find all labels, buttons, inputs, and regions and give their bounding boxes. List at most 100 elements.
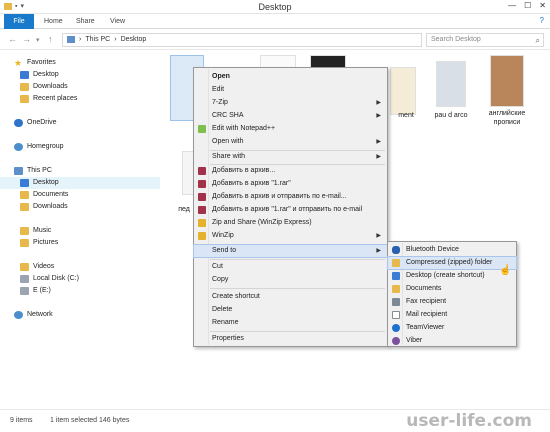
sendto-mail[interactable]: Mail recipient <box>388 309 516 321</box>
back-button[interactable]: ← <box>8 34 17 44</box>
status-selection: 1 item selected 146 bytes <box>50 417 130 424</box>
menu-delete[interactable]: Delete <box>194 304 387 316</box>
menu-label: Добавить в архив "1.rar" <box>212 180 291 187</box>
submenu-arrow-icon: ▶ <box>376 100 381 106</box>
winrar-icon <box>198 180 206 188</box>
status-item-count: 9 items <box>10 417 33 424</box>
watermark: user-life.com <box>406 411 532 431</box>
menu-label: CRC SHA <box>212 112 244 119</box>
nav-pc-desktop[interactable]: Desktop <box>0 177 160 189</box>
sendto-bluetooth[interactable]: Bluetooth Device <box>388 244 516 256</box>
nav-pc-documents[interactable]: Documents <box>0 189 160 201</box>
submenu-arrow-icon: ▶ <box>376 139 381 145</box>
file-thumbnail[interactable] <box>490 55 524 107</box>
tab-file[interactable]: File <box>4 14 34 29</box>
menu-open[interactable]: Open <box>194 71 387 83</box>
file-label[interactable]: английские <box>482 110 532 117</box>
menu-label: Compressed (zipped) folder <box>406 259 493 266</box>
menu-label: Добавить в архив и отправить по e-mail..… <box>212 193 347 200</box>
nav-pc-videos[interactable]: Videos <box>0 261 160 273</box>
nav-pc-pictures[interactable]: Pictures <box>0 237 160 249</box>
pictures-icon <box>20 239 29 247</box>
nav-fav-recent[interactable]: Recent places <box>0 93 160 105</box>
menu-label: Bluetooth Device <box>406 246 459 253</box>
nav-this-pc[interactable]: This PC <box>0 165 160 177</box>
menu-send-to[interactable]: Send to ▶ <box>193 244 388 258</box>
maximize-button[interactable]: ☐ <box>524 1 531 10</box>
nav-favorites[interactable]: ★ Favorites <box>0 57 160 69</box>
menu-notepadpp[interactable]: Edit with Notepad++ <box>194 123 387 135</box>
file-label[interactable]: прописи <box>482 119 532 126</box>
tab-share[interactable]: Share <box>70 14 101 29</box>
menu-crc-sha[interactable]: CRC SHA ▶ <box>194 110 387 122</box>
pc-icon <box>14 167 23 175</box>
sendto-teamviewer[interactable]: TeamViewer <box>388 322 516 334</box>
file-thumbnail[interactable] <box>390 67 416 115</box>
menu-7zip[interactable]: 7-Zip ▶ <box>194 97 387 109</box>
menu-rename[interactable]: Rename <box>194 317 387 329</box>
nav-pc-local-disk[interactable]: Local Disk (C:) <box>0 273 160 285</box>
nav-pc-downloads[interactable]: Downloads <box>0 201 160 213</box>
sendto-fax[interactable]: Fax recipient <box>388 296 516 308</box>
drive-icon <box>20 287 29 295</box>
nav-network[interactable]: Network <box>0 309 160 321</box>
minimize-button[interactable]: — <box>508 1 516 10</box>
downloads-icon <box>20 203 29 211</box>
recent-locations-icon[interactable]: ▾ <box>36 36 40 44</box>
menu-add-archive-1rar[interactable]: Добавить в архив "1.rar" <box>194 178 387 190</box>
context-menu: Open Edit 7-Zip ▶ CRC SHA ▶ Edit with Note… <box>193 67 388 347</box>
documents-icon <box>392 285 400 293</box>
menu-edit[interactable]: Edit <box>194 84 387 96</box>
sendto-documents[interactable]: Documents <box>388 283 516 295</box>
menu-open-with[interactable]: Open with ▶ <box>194 136 387 148</box>
file-thumbnail[interactable] <box>436 61 466 107</box>
file-label[interactable]: пед <box>174 206 194 213</box>
nav-fav-downloads[interactable]: Downloads <box>0 81 160 93</box>
nav-pc-e-drive[interactable]: E (E:) <box>0 285 160 297</box>
menu-label: Documents <box>406 285 442 292</box>
menu-create-shortcut[interactable]: Create shortcut <box>194 291 387 303</box>
nav-label: Documents <box>33 191 69 198</box>
winrar-icon <box>198 167 206 175</box>
menu-label: Viber <box>406 337 423 344</box>
menu-label: TeamViewer <box>406 324 445 331</box>
menu-cut[interactable]: Cut <box>194 261 387 273</box>
sendto-compressed-folder[interactable]: Compressed (zipped) folder <box>387 256 517 270</box>
submenu-arrow-icon: ▶ <box>376 154 381 160</box>
breadcrumb-this-pc[interactable]: This PC <box>85 34 110 46</box>
search-input[interactable]: Search Desktop ⌕ <box>426 33 544 47</box>
nav-label: Music <box>33 227 52 234</box>
menu-separator <box>210 288 385 289</box>
up-button[interactable]: ↑ <box>48 34 53 44</box>
menu-add-archive[interactable]: Добавить в архив... <box>194 165 387 177</box>
close-button[interactable]: ✕ <box>539 1 546 10</box>
tab-view[interactable]: View <box>104 14 131 29</box>
menu-label: Desktop (create shortcut) <box>406 272 485 279</box>
nav-label: Pictures <box>33 239 59 246</box>
nav-homegroup[interactable]: Homegroup <box>0 141 160 153</box>
menu-copy[interactable]: Copy <box>194 274 387 286</box>
sendto-viber[interactable]: Viber <box>388 335 516 347</box>
nav-onedrive[interactable]: OneDrive <box>0 117 160 129</box>
submenu-arrow-icon: ▶ <box>376 248 381 254</box>
nav-fav-desktop[interactable]: Desktop <box>0 69 160 81</box>
menu-winzip[interactable]: WinZip ▶ <box>194 230 387 242</box>
menu-properties[interactable]: Properties <box>194 333 387 345</box>
winzip-icon <box>198 219 206 227</box>
file-label[interactable]: pau d arco <box>426 112 476 119</box>
address-input[interactable]: › This PC › Desktop <box>62 33 422 47</box>
menu-share-with[interactable]: Share with ▶ <box>194 151 387 163</box>
downloads-icon <box>20 83 29 91</box>
forward-button[interactable]: → <box>22 34 31 44</box>
menu-add-archive-1rar-email[interactable]: Добавить в архив "1.rar" и отправить по … <box>194 204 387 216</box>
breadcrumb-desktop[interactable]: Desktop <box>121 34 147 46</box>
sendto-desktop-shortcut[interactable]: Desktop (create shortcut) <box>388 270 516 282</box>
search-icon[interactable]: ⌕ <box>536 35 540 47</box>
menu-zip-and-share[interactable]: Zip and Share (WinZip Express) <box>194 217 387 229</box>
help-icon[interactable]: ? <box>540 16 544 25</box>
file-label[interactable]: ment <box>386 112 426 119</box>
tab-home[interactable]: Home <box>38 14 69 29</box>
menu-add-archive-email[interactable]: Добавить в архив и отправить по e-mail..… <box>194 191 387 203</box>
nav-pc-music[interactable]: Music <box>0 225 160 237</box>
nav-label: Recent places <box>33 95 78 102</box>
